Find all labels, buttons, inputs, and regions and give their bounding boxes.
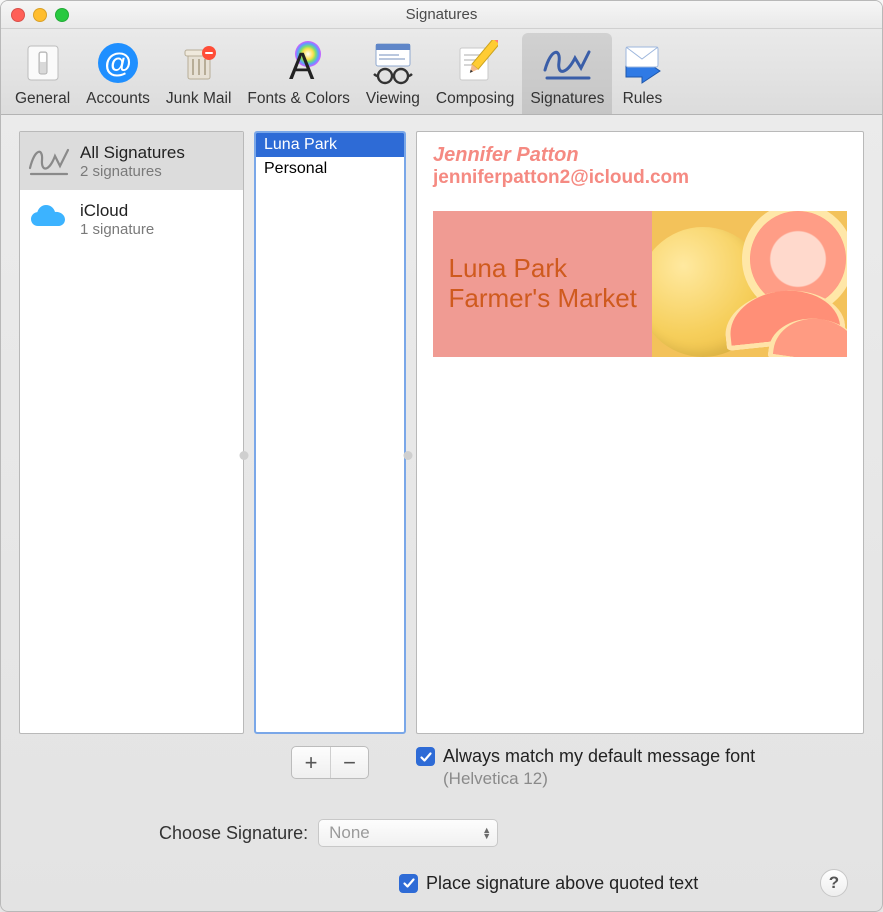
choose-signature-select[interactable]: None ▲▼ [318,819,498,847]
tab-general[interactable]: General [7,33,78,114]
tab-accounts[interactable]: @ Accounts [78,33,158,114]
zoom-window-button[interactable] [55,8,69,22]
signatures-list: Luna Park Personal [254,131,406,734]
match-font-label: Always match my default message font [443,746,755,767]
match-font-row: Always match my default message font [416,746,864,767]
choose-signature-value: None [329,823,370,843]
footer2: Place signature above quoted text ? [19,859,864,897]
account-subtitle: 1 signature [80,221,154,238]
banner-image [652,211,847,357]
match-font-detail: (Helvetica 12) [443,769,864,789]
tab-composing[interactable]: Composing [428,33,522,114]
below-panes: + − Always match my default message font… [19,746,864,789]
preferences-window: Signatures General @ Accounts Junk Mail [0,0,883,912]
column-resize-handle[interactable] [404,451,413,460]
svg-text:@: @ [104,47,131,78]
signature-banner: Luna Park Farmer's Market [433,211,847,357]
accounts-column: All Signatures 2 signatures iCloud 1 sig… [19,131,244,734]
match-font-checkbox[interactable] [416,747,435,766]
preferences-toolbar: General @ Accounts Junk Mail A Fonts & C… [1,29,882,115]
signature-email: jenniferpatton2@icloud.com [433,167,847,189]
account-title: iCloud [80,201,154,221]
rules-icon [620,37,664,89]
account-all-signatures[interactable]: All Signatures 2 signatures [20,132,243,190]
remove-signature-button[interactable]: − [330,747,368,778]
select-stepper-icon: ▲▼ [482,827,491,839]
place-above-label: Place signature above quoted text [426,873,698,894]
tab-rules[interactable]: Rules [612,33,672,114]
place-above-row: Place signature above quoted text [399,873,698,894]
banner-text: Luna Park Farmer's Market [448,254,636,314]
content: All Signatures 2 signatures iCloud 1 sig… [1,115,882,911]
tab-fonts-colors[interactable]: A Fonts & Colors [239,33,358,114]
signature-icon [541,37,593,89]
add-signature-button[interactable]: + [292,747,330,778]
signature-display-name: Jennifer Patton [433,144,847,167]
tab-signatures[interactable]: Signatures [522,33,612,114]
signature-scribble-icon [26,138,72,184]
trash-icon [173,37,225,89]
column-resize-handle[interactable] [240,451,249,460]
add-remove-buttons: + − [291,746,369,779]
help-button[interactable]: ? [820,869,848,897]
window-controls [11,8,69,22]
choose-signature-row: Choose Signature: None ▲▼ [19,801,864,847]
switch-icon [17,37,69,89]
titlebar: Signatures [1,1,882,29]
account-subtitle: 2 signatures [80,163,185,180]
minimize-window-button[interactable] [33,8,47,22]
tab-viewing[interactable]: Viewing [358,33,428,114]
place-above-checkbox[interactable] [399,874,418,893]
fonts-colors-icon: A [273,37,325,89]
glasses-icon [367,37,419,89]
signature-item-personal[interactable]: Personal [256,157,404,181]
panes: All Signatures 2 signatures iCloud 1 sig… [19,131,864,734]
account-title: All Signatures [80,143,185,163]
signature-item-luna-park[interactable]: Luna Park [256,133,404,157]
at-icon: @ [92,37,144,89]
icloud-icon [26,196,72,242]
signature-preview[interactable]: Jennifer Patton jenniferpatton2@icloud.c… [416,131,864,734]
svg-text:A: A [289,46,315,87]
tab-junk-mail[interactable]: Junk Mail [158,33,239,114]
window-title: Signatures [406,6,478,23]
choose-signature-label: Choose Signature: [159,823,308,844]
account-icloud[interactable]: iCloud 1 signature [20,190,243,248]
close-window-button[interactable] [11,8,25,22]
pencil-paper-icon [449,37,501,89]
